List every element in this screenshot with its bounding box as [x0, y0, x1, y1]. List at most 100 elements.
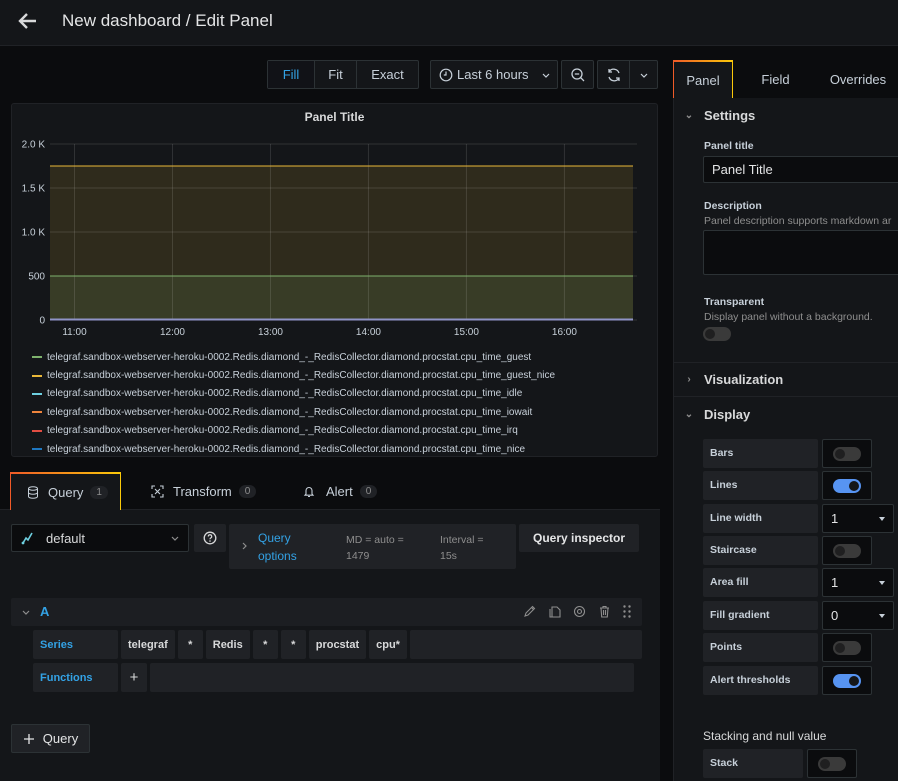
- x-tick-label: 15:00: [454, 327, 479, 338]
- description-textarea[interactable]: [703, 230, 898, 275]
- option-toggle[interactable]: [833, 446, 861, 461]
- max-data-points-value: 1479: [346, 550, 370, 562]
- page-title: New dashboard / Edit Panel: [62, 11, 273, 30]
- transparent-toggle[interactable]: [703, 327, 731, 341]
- series-segment[interactable]: telegraf: [121, 630, 175, 659]
- caret-down-icon: [879, 581, 885, 585]
- query-options-toggle[interactable]: Query options MD = auto = 1479 Interval …: [229, 524, 516, 569]
- legend-item[interactable]: telegraf.sandbox-webserver-heroku-0002.R…: [32, 348, 555, 366]
- series-segment-add[interactable]: [409, 630, 642, 659]
- add-function-button[interactable]: +: [121, 663, 147, 692]
- tab-alert[interactable]: Alert 0: [303, 472, 378, 510]
- option-toggle[interactable]: [833, 640, 861, 655]
- option-select-value: 1: [831, 511, 839, 526]
- y-tick-label: 2.0 K: [22, 140, 46, 151]
- series-label: Series: [33, 630, 118, 659]
- option-toggle[interactable]: [833, 478, 861, 493]
- option-label: Lines: [703, 471, 818, 500]
- description-label: Description: [704, 200, 762, 212]
- graph-panel: Panel Title 0 500 1.0 K 1.5 K 2.0 K 11:00 12:0…: [11, 103, 658, 457]
- stack-toggle[interactable]: [818, 756, 846, 771]
- display-heading: Display: [704, 406, 751, 422]
- tab-field[interactable]: Field: [748, 60, 803, 98]
- view-mode-fill-button[interactable]: Fill: [268, 61, 315, 88]
- chevron-down-icon: ⌄: [684, 109, 694, 121]
- view-mode-fit-button[interactable]: Fit: [315, 61, 357, 88]
- query-inspector-button[interactable]: Query inspector: [519, 524, 639, 552]
- option-select[interactable]: 1: [822, 504, 894, 533]
- y-tick-label: 1.5 K: [22, 184, 46, 195]
- series-segment[interactable]: Redis: [205, 630, 250, 659]
- view-mode-exact-button[interactable]: Exact: [357, 61, 418, 88]
- tab-query[interactable]: Query 1: [10, 472, 121, 510]
- series-segment[interactable]: cpu*: [369, 630, 407, 659]
- max-data-points-label: MD = auto =: [346, 534, 404, 546]
- option-control: [822, 471, 872, 500]
- refresh-interval-dropdown[interactable]: [630, 70, 657, 80]
- functions-label: Functions: [33, 663, 118, 692]
- pencil-icon[interactable]: [522, 604, 537, 619]
- options-body: ⌄ Settings Panel title Description Panel…: [673, 98, 898, 781]
- tab-query-count: 1: [90, 485, 108, 499]
- series-segment[interactable]: procstat: [308, 630, 367, 659]
- top-bar: New dashboard / Edit Panel: [0, 0, 898, 46]
- visualization-section-header[interactable]: › Visualization: [674, 364, 898, 394]
- legend-label: telegraf.sandbox-webserver-heroku-0002.R…: [47, 406, 533, 418]
- option-toggle[interactable]: [833, 673, 861, 688]
- display-section-header[interactable]: ⌄ Display: [674, 399, 898, 429]
- legend-item[interactable]: telegraf.sandbox-webserver-heroku-0002.R…: [32, 440, 555, 456]
- series-segment-wildcard[interactable]: *: [280, 630, 306, 659]
- series-row: Series telegraf * Redis * * procstat cpu…: [33, 630, 642, 659]
- refresh-button[interactable]: [598, 61, 630, 88]
- zoom-out-button[interactable]: [561, 60, 594, 89]
- legend-item[interactable]: telegraf.sandbox-webserver-heroku-0002.R…: [32, 366, 555, 384]
- refresh-group: [597, 60, 658, 89]
- option-label: Bars: [703, 439, 818, 468]
- option-select-value: 1: [831, 575, 839, 590]
- copy-icon[interactable]: [547, 604, 562, 619]
- datasource-help-button[interactable]: [194, 524, 226, 552]
- option-select[interactable]: 0: [822, 601, 894, 630]
- transparent-hint: Display panel without a background.: [704, 311, 873, 323]
- eye-icon[interactable]: [572, 604, 587, 619]
- legend-item[interactable]: telegraf.sandbox-webserver-heroku-0002.R…: [32, 403, 555, 421]
- tab-alert-count: 0: [359, 484, 378, 498]
- legend-swatch: [32, 392, 42, 395]
- legend-item[interactable]: telegraf.sandbox-webserver-heroku-0002.R…: [32, 422, 555, 440]
- add-query-label: Query: [42, 731, 79, 746]
- option-label: Alert thresholds: [703, 666, 818, 695]
- chevron-down-icon[interactable]: [21, 607, 31, 617]
- interval-label: Interval =: [440, 534, 484, 546]
- query-row-header[interactable]: A: [11, 598, 642, 626]
- panel-title-input[interactable]: [703, 156, 898, 183]
- legend-label: telegraf.sandbox-webserver-heroku-0002.R…: [47, 388, 523, 400]
- add-query-button[interactable]: Query: [11, 724, 90, 753]
- x-tick-label: 12:00: [160, 327, 185, 338]
- option-label: Line width: [703, 504, 818, 533]
- time-range-label: Last 6 hours: [457, 67, 529, 82]
- option-select[interactable]: 1: [822, 568, 894, 597]
- option-toggle[interactable]: [833, 543, 861, 558]
- legend-swatch: [32, 374, 42, 377]
- y-tick-label: 500: [28, 272, 45, 283]
- tab-transform[interactable]: Transform 0: [151, 472, 257, 510]
- clock-icon: [439, 68, 453, 81]
- legend-item[interactable]: telegraf.sandbox-webserver-heroku-0002.R…: [32, 385, 555, 403]
- stack-label: Stack: [703, 749, 803, 778]
- series-segment-wildcard[interactable]: *: [252, 630, 278, 659]
- divider: [674, 362, 898, 363]
- series-segment-wildcard[interactable]: *: [177, 630, 203, 659]
- settings-section-header[interactable]: ⌄ Settings: [674, 100, 898, 130]
- chevron-right-icon: ›: [687, 373, 691, 385]
- legend-label: telegraf.sandbox-webserver-heroku-0002.R…: [47, 351, 532, 363]
- back-button[interactable]: [16, 9, 40, 33]
- query-tabs: Query 1 Transform 0 Alert 0: [0, 472, 660, 510]
- divider: [674, 396, 898, 397]
- panel-title-label: Panel title: [704, 140, 754, 152]
- datasource-picker[interactable]: default: [11, 524, 189, 552]
- drag-handle-icon[interactable]: [622, 604, 632, 619]
- tab-overrides[interactable]: Overrides: [820, 60, 896, 98]
- trash-icon[interactable]: [597, 604, 612, 619]
- tab-panel[interactable]: Panel: [673, 60, 733, 98]
- time-range-picker[interactable]: Last 6 hours: [430, 60, 558, 89]
